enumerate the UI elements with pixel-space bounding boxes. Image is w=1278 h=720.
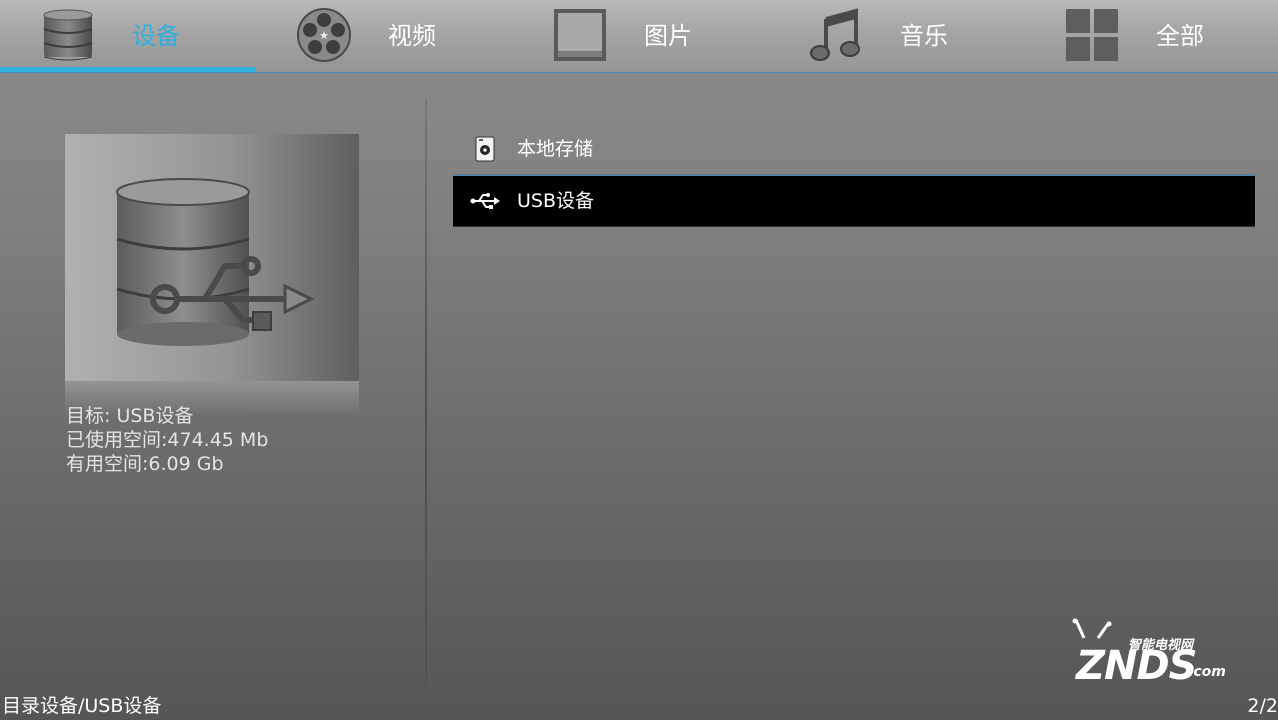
info-free-space: 有用空间:6.09 Gb — [66, 453, 224, 475]
tab-label: 设备 — [132, 22, 180, 50]
tab-pictures[interactable]: 图片 — [512, 0, 768, 72]
list-item-local-storage[interactable]: 本地存储 — [453, 124, 1255, 175]
info-target: 目标: USB设备 — [66, 405, 194, 427]
tab-all[interactable]: 全部 — [1024, 0, 1278, 72]
picture-frame-icon — [554, 9, 606, 61]
usb-database-icon — [116, 178, 315, 346]
panel-divider — [425, 100, 427, 685]
tab-label: 图片 — [644, 22, 692, 50]
tab-video[interactable]: ★ 视频 — [256, 0, 512, 72]
film-reel-icon: ★ — [297, 8, 351, 62]
watermark-domain: .com — [1188, 664, 1226, 680]
grid-icon — [1066, 9, 1118, 61]
device-list: 本地存储 USB设备 — [453, 124, 1255, 227]
list-item-label: USB设备 — [517, 190, 595, 212]
device-info: 目标: USB设备 已使用空间:474.45 Mb 有用空间:6.09 Gb — [66, 404, 268, 476]
list-item-usb-device[interactable]: USB设备 — [453, 175, 1255, 227]
current-path: 目录设备/USB设备 — [2, 695, 162, 717]
tab-label: 全部 — [1156, 22, 1204, 50]
info-used-space: 已使用空间:474.45 Mb — [66, 429, 269, 451]
watermark-brand: ZNDS — [1076, 643, 1197, 689]
page-indicator: 2/2 — [1247, 695, 1278, 717]
tab-label: 视频 — [388, 22, 436, 50]
database-icon — [43, 9, 93, 61]
usb-icon — [470, 193, 500, 209]
tab-devices[interactable]: 设备 — [0, 0, 256, 72]
device-preview-image — [65, 134, 359, 381]
svg-text:★: ★ — [319, 29, 329, 42]
local-storage-icon — [475, 136, 495, 162]
music-note-icon — [810, 8, 860, 61]
znds-watermark-logo: 智能电视网 ZNDS .com — [1064, 618, 1244, 692]
tab-music[interactable]: 音乐 — [768, 0, 1024, 72]
active-tab-indicator — [0, 67, 256, 72]
top-tab-bar: 设备 ★ 视频 图片 音乐 全部 — [0, 0, 1278, 73]
list-item-label: 本地存储 — [517, 138, 594, 160]
tab-label: 音乐 — [900, 22, 948, 50]
